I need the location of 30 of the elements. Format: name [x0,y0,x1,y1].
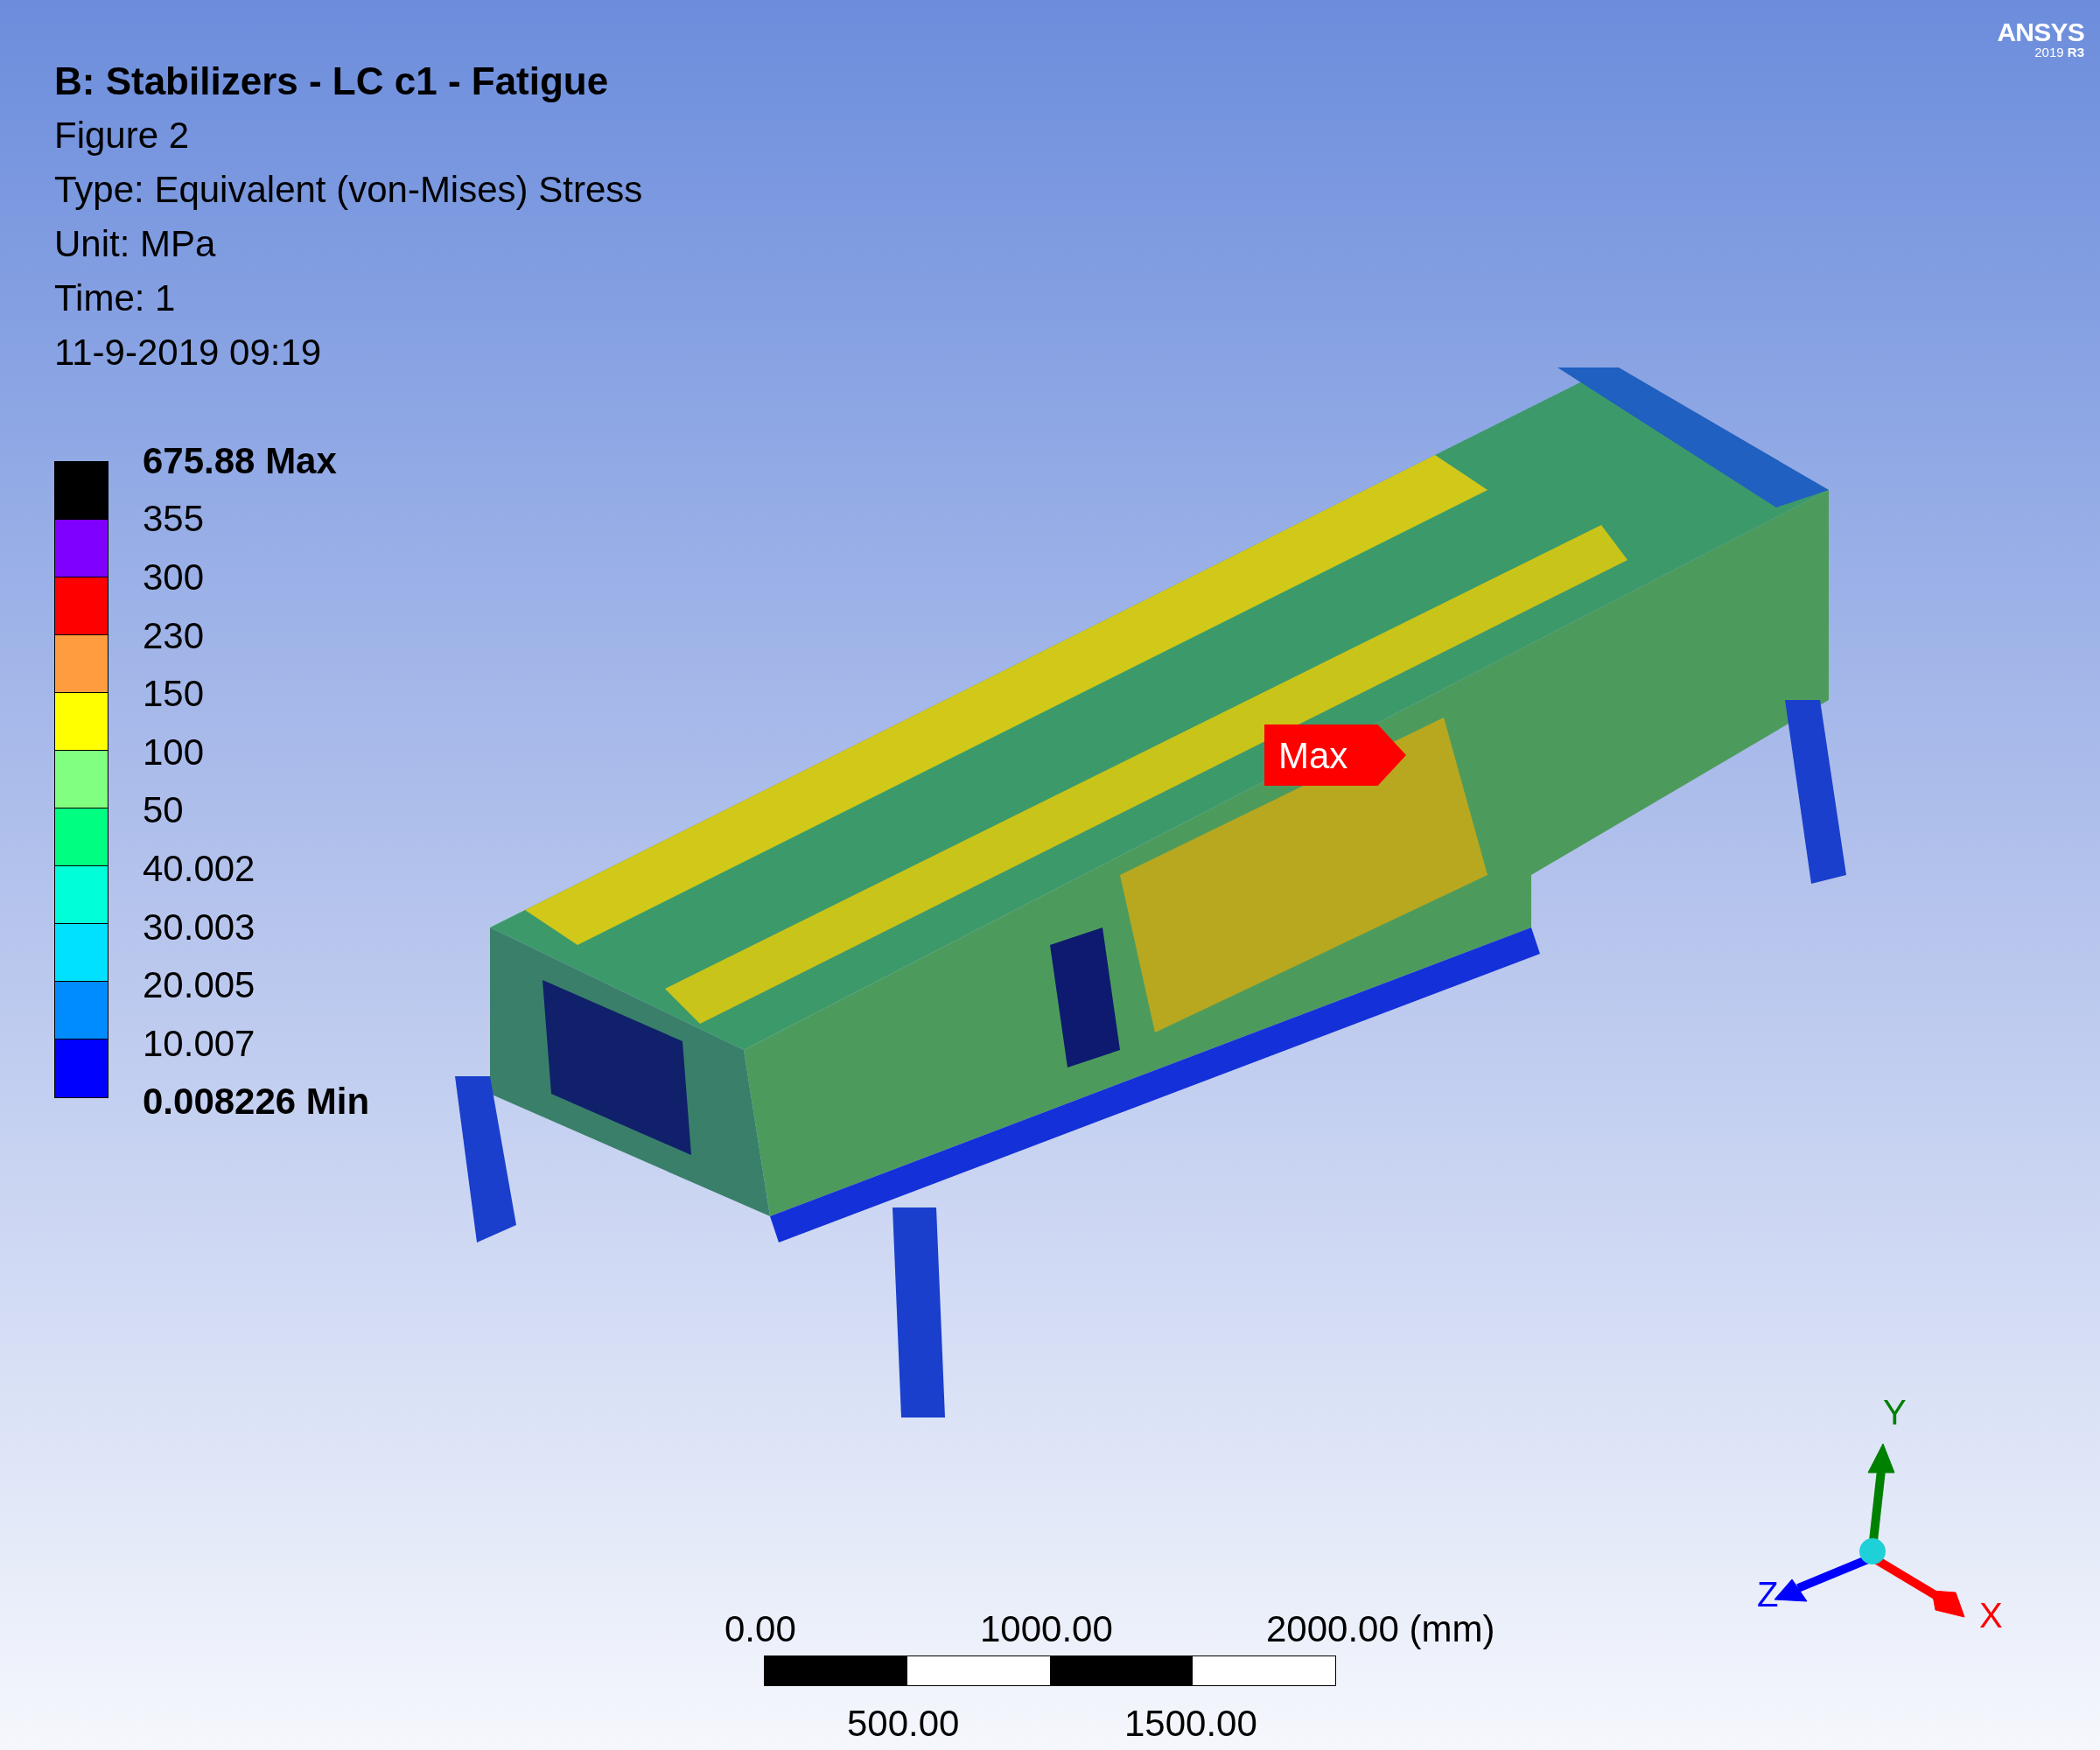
scale-label: 0.00 [724,1607,796,1651]
scale-label: 1500.00 [1124,1702,1257,1746]
legend-value: 300 [143,556,205,599]
result-title: B: Stabilizers - LC c1 - Fatigue [54,59,610,104]
legend-value: 230 [143,613,205,658]
legend-value: 30.003 [143,905,256,949]
result-info-line: Type: Equivalent (von-Mises) Stress [54,168,643,212]
axis-label: Z [1757,1575,1779,1614]
result-info-line: Figure 2 [54,114,191,158]
result-info-line: 11-9-2019 09:19 [54,331,323,374]
legend-value: 150 [143,672,205,717]
scale-label: 1000.00 [980,1607,1113,1651]
legend-value: 20.005 [143,963,256,1008]
legend-value: 10.007 [143,1021,256,1066]
origin-sphere [1859,1538,1886,1564]
legend-value: 355 [143,497,205,542]
legend-value: 50 [143,788,184,833]
legend-value: 0.008226 Min [143,1080,370,1124]
scale-label: 2000.00 (mm) [1266,1607,1495,1651]
version-text: 2019 R3 [2034,46,2084,59]
logo-text: ANSYS [1997,19,2084,46]
scale-label: 500.00 [847,1702,960,1746]
result-info-line: Unit: MPa [54,222,217,266]
result-info-line: Time: 1 [54,276,177,320]
legend-value: 100 [143,730,205,774]
legend-value: 40.002 [143,846,256,891]
axis-label: X [1979,1596,2003,1634]
axis-label: Y [1883,1393,1907,1432]
probe-text: Max [1278,733,1348,778]
legend-value: 675.88 Max [143,438,337,483]
